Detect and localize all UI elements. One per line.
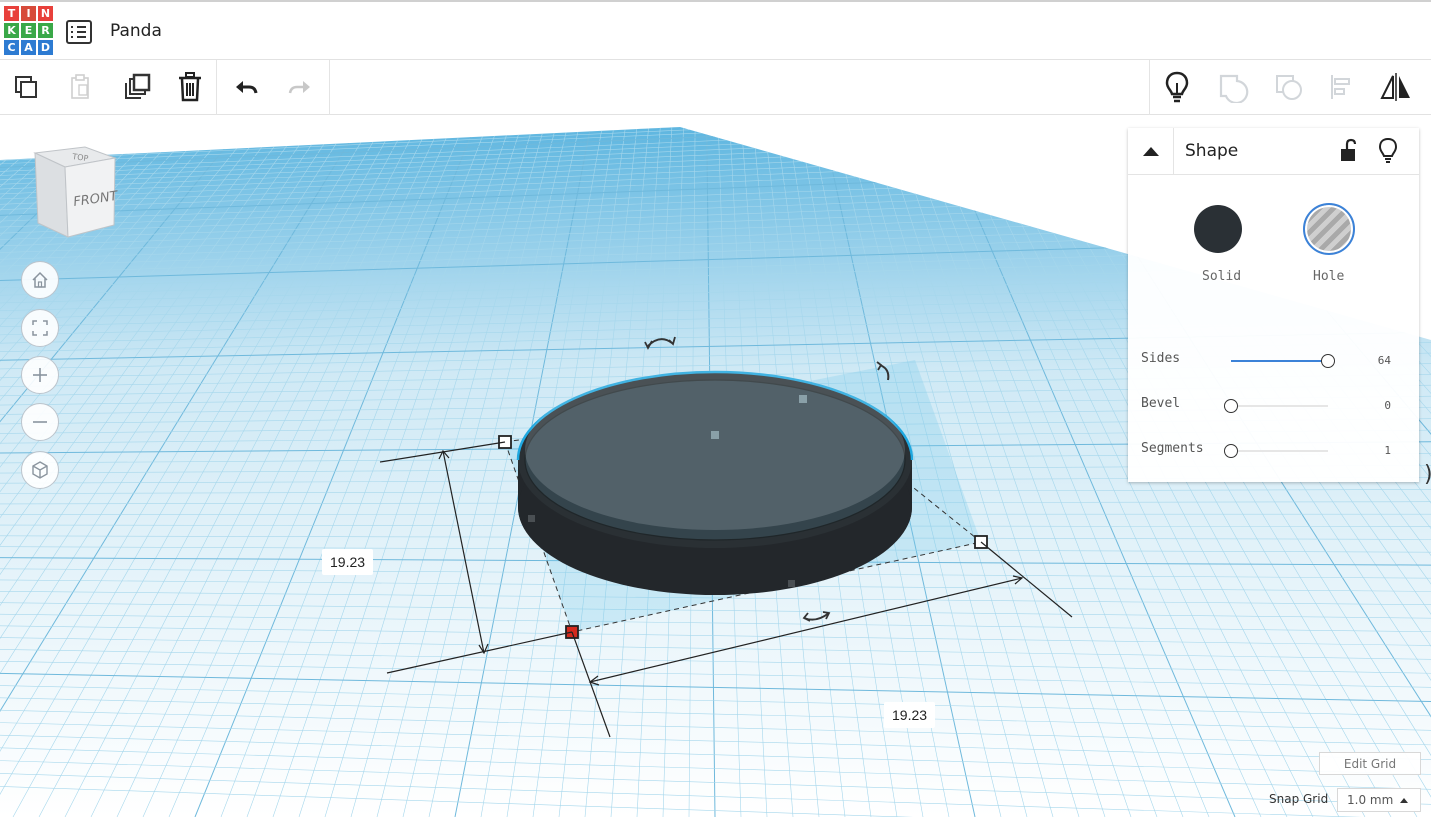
paste-button[interactable]: [63, 70, 97, 104]
copy-icon: [15, 76, 37, 98]
logo-tile: D: [38, 40, 53, 55]
cube-icon: [32, 461, 48, 479]
snap-grid-select[interactable]: 1.0 mm: [1337, 788, 1421, 812]
inspector-header: Shape: [1128, 128, 1419, 175]
sides-slider-knob[interactable]: [1321, 354, 1335, 368]
logo-tile: I: [21, 6, 36, 21]
fit-icon: [32, 320, 48, 336]
edit-grid-button[interactable]: Edit Grid: [1319, 752, 1421, 775]
collapse-button[interactable]: [1128, 128, 1174, 175]
segments-value[interactable]: 1: [1361, 444, 1391, 457]
align-button[interactable]: [1324, 70, 1358, 104]
bevel-slider[interactable]: [1231, 405, 1328, 407]
lightbulb-icon: [1165, 71, 1189, 103]
group-icon: [1219, 74, 1249, 103]
minus-icon: [33, 421, 47, 423]
snap-grid-value: 1.0 mm: [1347, 793, 1394, 807]
panel-toggle-icon[interactable]: ): [1424, 462, 1431, 487]
logo-tile: E: [21, 23, 36, 38]
mirror-button[interactable]: [1379, 70, 1413, 104]
inspector-title: Shape: [1185, 141, 1239, 161]
logo-tile: R: [38, 23, 53, 38]
zoom-out-button[interactable]: [21, 403, 59, 441]
undo-button[interactable]: [229, 70, 263, 104]
title-bar: TIN KER CAD Panda: [0, 0, 1431, 60]
home-icon: [32, 271, 48, 288]
duplicate-button[interactable]: [119, 70, 153, 104]
cylinder-shape[interactable]: [516, 370, 914, 595]
sides-value[interactable]: 64: [1361, 354, 1391, 367]
undo-arrow-icon: [236, 81, 258, 94]
copy-button[interactable]: [9, 70, 43, 104]
left-edge-handle[interactable]: [528, 515, 535, 522]
caret-up-icon: [1400, 797, 1409, 803]
tinkercad-logo[interactable]: TIN KER CAD: [4, 6, 53, 58]
trash-icon: [179, 72, 201, 102]
solid-color-swatch[interactable]: [1194, 205, 1242, 253]
hole-label: Hole: [1313, 269, 1345, 284]
logo-tile: T: [4, 6, 19, 21]
plus-icon: [33, 368, 47, 382]
align-icon: [1331, 75, 1350, 99]
logo-tile: N: [38, 6, 53, 21]
chevron-up-icon: [1142, 147, 1159, 156]
toolbar: [0, 60, 1431, 115]
segments-slider[interactable]: [1231, 450, 1328, 452]
hole-swatch[interactable]: [1303, 203, 1355, 255]
lightbulb-icon[interactable]: [1377, 137, 1399, 165]
solid-label: Solid: [1202, 269, 1242, 284]
mirror-icon: [1380, 73, 1410, 101]
bevel-slider-knob[interactable]: [1224, 399, 1238, 413]
logo-tile: K: [4, 23, 19, 38]
ungroup-button[interactable]: [1272, 70, 1306, 104]
snap-grid-label: Snap Grid: [1269, 792, 1329, 806]
view-cube[interactable]: TOP FRONT: [30, 145, 120, 245]
unlock-icon[interactable]: [1338, 138, 1360, 164]
duplicate-icon: [125, 73, 151, 99]
redo-button[interactable]: [283, 70, 317, 104]
tinkercad-editor: TIN KER CAD Panda TOP FRONT 19.23 19.23 Sh…: [0, 0, 1431, 817]
redo-arrow-icon: [288, 81, 310, 94]
home-view-button[interactable]: [21, 261, 59, 299]
fit-view-button[interactable]: [21, 309, 59, 347]
segments-label: Segments: [1141, 441, 1204, 456]
paste-icon: [71, 74, 89, 99]
document-title[interactable]: Panda: [110, 21, 162, 41]
bevel-label: Bevel: [1141, 396, 1181, 411]
sides-label: Sides: [1141, 351, 1181, 366]
segments-slider-knob[interactable]: [1224, 444, 1238, 458]
show-all-button[interactable]: [1160, 70, 1194, 104]
zoom-in-button[interactable]: [21, 356, 59, 394]
list-menu-icon[interactable]: [66, 20, 92, 44]
group-button[interactable]: [1216, 70, 1250, 104]
bottom-edge-handle[interactable]: [788, 580, 795, 587]
perspective-button[interactable]: [21, 451, 59, 489]
ungroup-icon: [1276, 75, 1302, 100]
bevel-value[interactable]: 0: [1361, 399, 1391, 412]
shape-inspector: Shape Solid Hole Sides 64 Bevel 0 Segmen…: [1128, 128, 1419, 482]
depth-dimension-label[interactable]: 19.23: [322, 549, 374, 575]
top-corner-handle[interactable]: [799, 395, 807, 403]
delete-button[interactable]: [173, 70, 207, 104]
logo-tile: C: [4, 40, 19, 55]
sides-slider-fill: [1231, 360, 1328, 362]
logo-tile: A: [21, 40, 36, 55]
center-handle[interactable]: [711, 431, 719, 439]
width-dimension-label[interactable]: 19.23: [884, 702, 936, 728]
